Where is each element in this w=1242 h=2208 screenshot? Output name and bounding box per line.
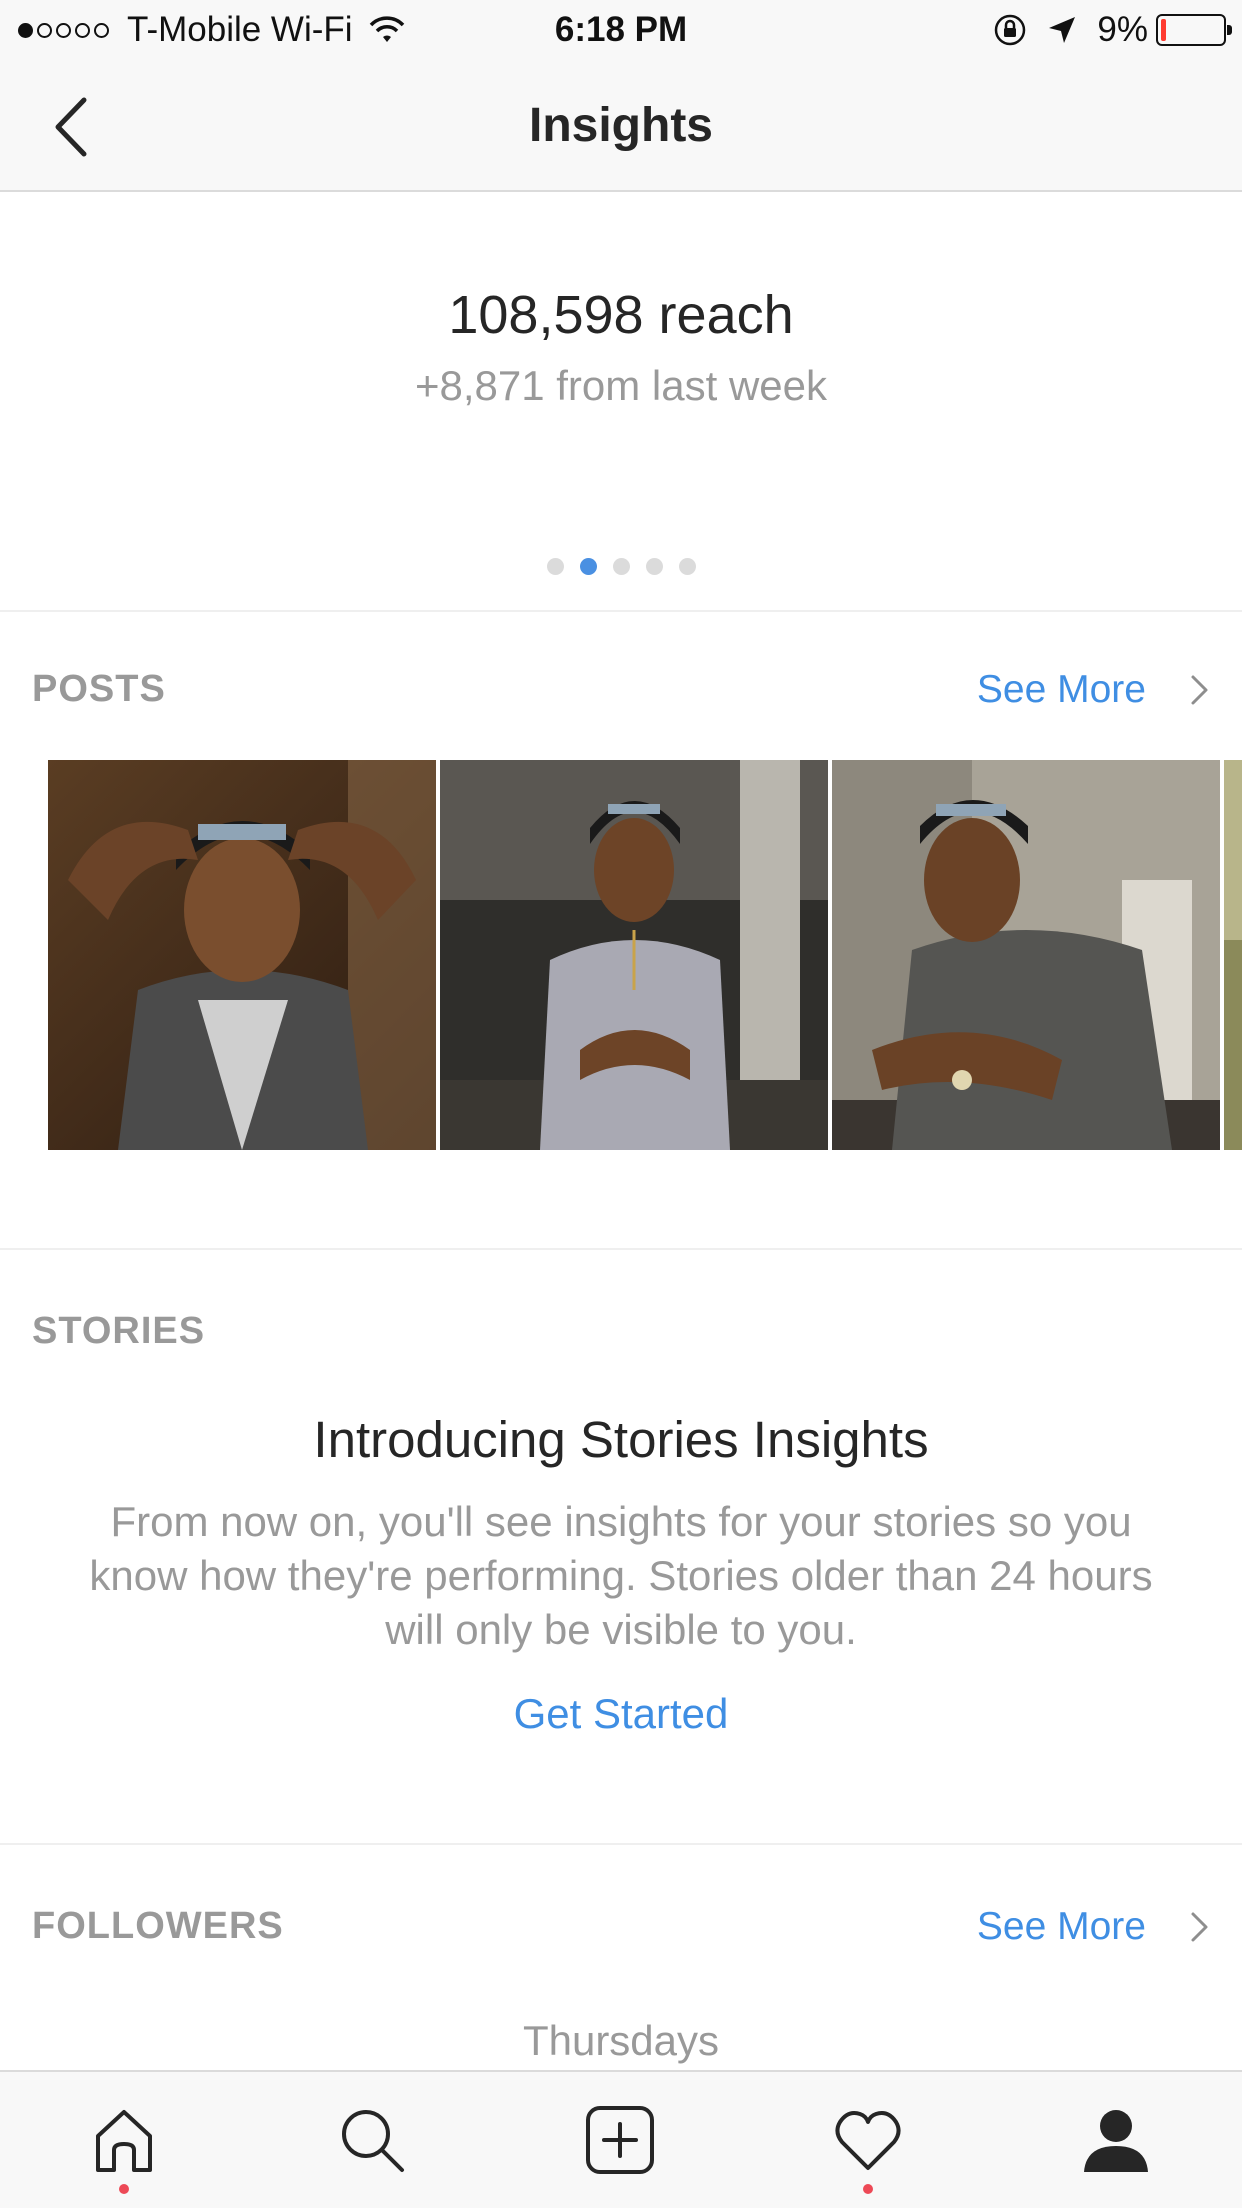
followers-label: FOLLOWERS [32,1905,284,1947]
tab-home[interactable] [0,2072,248,2208]
add-post-icon [586,2106,654,2174]
notification-dot [863,2184,873,2194]
page-title: Insights [528,99,713,152]
stories-label: STORIES [32,1310,206,1352]
rotation-lock-icon [995,14,1026,46]
stories-intro-title: Introducing Stories Insights [313,1411,929,1468]
notification-dot [119,2184,129,2194]
status-bar: T-Mobile Wi-Fi 6:18 PM 9% [0,0,1242,62]
stories-header: STORIES [0,1302,1242,1362]
chevron-right-icon[interactable] [1188,1909,1212,1945]
tab-profile[interactable] [992,2072,1240,2208]
post-thumbnail[interactable] [440,760,828,1150]
followers-section: FOLLOWERS See More Thursdays [0,1845,1242,2075]
tab-search[interactable] [248,2072,496,2208]
get-started-button[interactable]: Get Started [0,1690,1242,1738]
status-right: 9% [993,10,1232,50]
followers-top-day: Thursdays [522,2017,720,2064]
navigation-bar: Insights [0,62,1242,192]
page-indicator[interactable] [0,558,1242,575]
post-thumbnail[interactable] [1224,760,1242,1150]
page-dot[interactable] [678,558,696,575]
tab-activity[interactable] [744,2072,992,2208]
profile-icon [1084,2110,1148,2172]
reach-value: 108,598 reach [448,285,794,345]
reach-change: +8,871 from last week [414,362,828,409]
battery-icon [1156,14,1232,46]
page-dot[interactable] [546,558,564,575]
reach-card[interactable]: 108,598 reach +8,871 from last week [0,192,1242,612]
followers-header: FOLLOWERS See More [0,1897,1242,1957]
insights-screen: T-Mobile Wi-Fi 6:18 PM 9% Insights 108,5… [0,0,1242,2208]
page-dot[interactable] [612,558,630,575]
posts-label: POSTS [32,668,166,710]
posts-header: POSTS See More [0,660,1242,720]
page-dot[interactable] [645,558,663,575]
chevron-right-icon[interactable] [1188,672,1212,708]
search-icon [342,2110,404,2172]
posts-section: POSTS See More [0,612,1242,1250]
stories-intro-description: From now on, you'll see insights for you… [89,1498,1153,1653]
heart-icon [835,2111,901,2170]
stories-section: STORIES Introducing Stories Insights Fro… [0,1250,1242,1845]
home-icon [96,2110,152,2172]
posts-see-more-link[interactable]: See More [977,668,1146,712]
followers-see-more-link[interactable]: See More [977,1905,1146,1949]
location-arrow-icon [1049,17,1076,43]
posts-carousel[interactable] [48,760,1242,1150]
post-thumbnail[interactable] [832,760,1220,1150]
battery-percent: 9% [1097,10,1148,49]
page-dot[interactable] [579,558,597,575]
post-thumbnail[interactable] [48,760,436,1150]
tab-new-post[interactable] [496,2072,744,2208]
tab-bar [0,2070,1242,2208]
battery-level [1161,19,1166,41]
